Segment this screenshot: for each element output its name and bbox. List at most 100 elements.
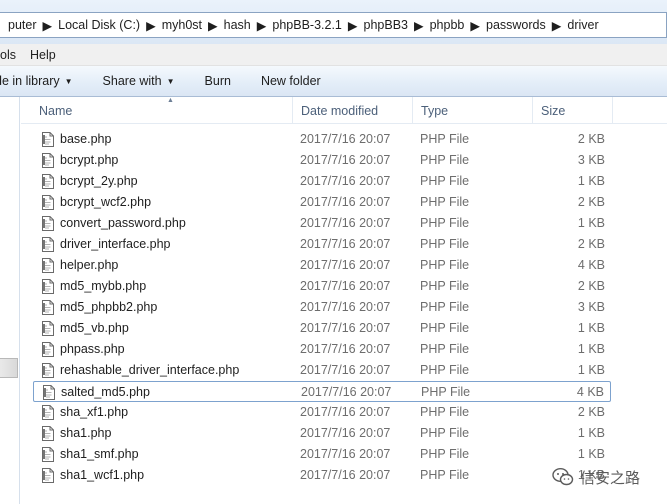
file-date: 2017/7/16 20:07 [300, 132, 391, 146]
breadcrumb-item[interactable]: myh0st [156, 13, 208, 37]
php-file-icon [42, 405, 54, 420]
file-size: 1 KB [577, 174, 605, 188]
file-type: PHP File [420, 216, 470, 230]
file-date: 2017/7/16 20:07 [300, 279, 391, 293]
file-type: PHP File [420, 468, 470, 482]
column-date-header[interactable]: Date modified [293, 97, 413, 124]
file-row[interactable]: sha1_wcf1.php 2017/7/16 20:07 PHP File 1 KB [33, 465, 611, 486]
file-date: 2017/7/16 20:07 [300, 447, 391, 461]
breadcrumb-item[interactable]: Local Disk (C:) [52, 13, 146, 37]
sort-up-icon: ▲ [167, 97, 174, 104]
menu-help[interactable]: Help [23, 48, 63, 62]
address-bar[interactable]: puter ▶ Local Disk (C:) ▶ myh0st ▶ hash ▶ phpBB-… [0, 12, 667, 38]
file-name: base.php [60, 132, 112, 146]
breadcrumb-item[interactable]: puter [2, 13, 43, 37]
file-row[interactable]: sha_xf1.php 2017/7/16 20:07 PHP File 2 KB [33, 402, 611, 423]
file-size: 2 KB [577, 237, 605, 251]
file-row[interactable]: driver_interface.php 2017/7/16 20:07 PHP F… [33, 234, 611, 255]
file-row[interactable]: sha1.php 2017/7/16 20:07 PHP File 1 KB [33, 423, 611, 444]
php-file-icon [42, 216, 54, 231]
file-type: PHP File [420, 342, 470, 356]
chevron-right-icon[interactable]: ▶ [552, 18, 562, 33]
breadcrumb-item[interactable]: passwords [480, 13, 552, 37]
column-name-header[interactable]: Name ▲ [31, 97, 293, 124]
chevron-right-icon[interactable]: ▶ [146, 18, 156, 33]
share-with-label: Share with [102, 74, 162, 88]
chevron-right-icon[interactable]: ▶ [257, 18, 267, 33]
file-type: PHP File [420, 258, 470, 272]
file-row[interactable]: md5_vb.php 2017/7/16 20:07 PHP File 1 KB [33, 318, 611, 339]
file-name: sha_xf1.php [60, 405, 129, 419]
breadcrumb-label: hash [223, 18, 251, 32]
breadcrumb-item[interactable]: phpbb [424, 13, 471, 37]
file-row[interactable]: salted_md5.php 2017/7/16 20:07 PHP File 4 K… [33, 381, 611, 402]
column-size-header[interactable]: Size [533, 97, 613, 124]
file-row[interactable]: sha1_smf.php 2017/7/16 20:07 PHP File 1 KB [33, 444, 611, 465]
file-row[interactable]: base.php 2017/7/16 20:07 PHP File 2 KB [33, 129, 611, 150]
php-file-icon [42, 321, 54, 336]
file-date: 2017/7/16 20:07 [301, 385, 392, 399]
file-type: PHP File [420, 237, 470, 251]
file-row[interactable]: helper.php 2017/7/16 20:07 PHP File 4 KB [33, 255, 611, 276]
caret-down-icon: ▼ [64, 76, 73, 86]
wechat-icon [552, 467, 574, 486]
file-name: convert_password.php [60, 216, 186, 230]
file-size: 2 KB [577, 405, 605, 419]
chevron-right-icon[interactable]: ▶ [414, 18, 424, 33]
file-date: 2017/7/16 20:07 [300, 468, 391, 482]
file-type: PHP File [420, 174, 470, 188]
menu-tools[interactable]: ols [0, 48, 23, 62]
file-name: phpass.php [60, 342, 125, 356]
breadcrumb-item[interactable]: hash [218, 13, 257, 37]
php-file-icon [43, 385, 55, 400]
breadcrumb-label: passwords [486, 18, 546, 32]
file-name: driver_interface.php [60, 237, 171, 251]
file-size: 3 KB [577, 300, 605, 314]
breadcrumb-item[interactable]: driver [561, 13, 604, 37]
burn-button[interactable]: Burn [205, 74, 231, 88]
column-type-header[interactable]: Type [413, 97, 533, 124]
chevron-right-icon[interactable]: ▶ [208, 18, 218, 33]
file-row[interactable]: bcrypt_wcf2.php 2017/7/16 20:07 PHP File 2 … [33, 192, 611, 213]
breadcrumb-label: phpbb [429, 18, 465, 32]
file-size: 1 KB [577, 447, 605, 461]
watermark-text: 信安之路 [580, 469, 641, 487]
php-file-icon [42, 237, 54, 252]
file-type: PHP File [420, 405, 470, 419]
new-folder-button[interactable]: New folder [261, 74, 321, 88]
navigation-pane[interactable] [0, 97, 20, 504]
file-row[interactable]: md5_mybb.php 2017/7/16 20:07 PHP File 2 KB [33, 276, 611, 297]
file-row[interactable]: rehashable_driver_interface.php 2017/7/16… [33, 360, 611, 381]
file-type: PHP File [420, 132, 470, 146]
file-name: sha1_wcf1.php [60, 468, 145, 482]
file-type: PHP File [420, 447, 470, 461]
file-name: bcrypt_wcf2.php [60, 195, 152, 209]
navigation-scrollbar-thumb[interactable] [0, 358, 18, 378]
php-file-icon [42, 132, 54, 147]
breadcrumb-item[interactable]: phpBB-3.2.1 [266, 13, 348, 37]
file-type: PHP File [421, 385, 471, 399]
file-row[interactable]: bcrypt.php 2017/7/16 20:07 PHP File 3 KB [33, 150, 611, 171]
file-row[interactable]: md5_phpbb2.php 2017/7/16 20:07 PHP File 3 K… [33, 297, 611, 318]
breadcrumb-label: puter [8, 18, 37, 32]
file-row[interactable]: convert_password.php 2017/7/16 20:07 PHP F… [33, 213, 611, 234]
file-date: 2017/7/16 20:07 [300, 258, 391, 272]
chevron-right-icon[interactable]: ▶ [348, 18, 358, 33]
file-row[interactable]: phpass.php 2017/7/16 20:07 PHP File 1 KB [33, 339, 611, 360]
share-with-button[interactable]: Share with ▼ [103, 74, 175, 88]
column-type-label: Type [421, 103, 449, 118]
file-size: 4 KB [576, 385, 604, 399]
breadcrumb-item[interactable]: phpBB3 [358, 13, 414, 37]
chevron-right-icon[interactable]: ▶ [43, 18, 53, 33]
burn-label: Burn [204, 74, 231, 88]
file-row[interactable]: bcrypt_2y.php 2017/7/16 20:07 PHP File 1 KB [33, 171, 611, 192]
file-size: 1 KB [577, 321, 605, 335]
column-date-label: Date modified [301, 103, 379, 118]
file-date: 2017/7/16 20:07 [300, 363, 391, 377]
php-file-icon [42, 363, 54, 378]
breadcrumb-label: phpBB3 [363, 18, 408, 32]
chevron-right-icon[interactable]: ▶ [470, 18, 480, 33]
file-size: 4 KB [577, 258, 605, 272]
include-in-library-button[interactable]: de in library ▼ [0, 74, 73, 88]
column-header: Name ▲ Date modified Type Size [21, 97, 667, 124]
